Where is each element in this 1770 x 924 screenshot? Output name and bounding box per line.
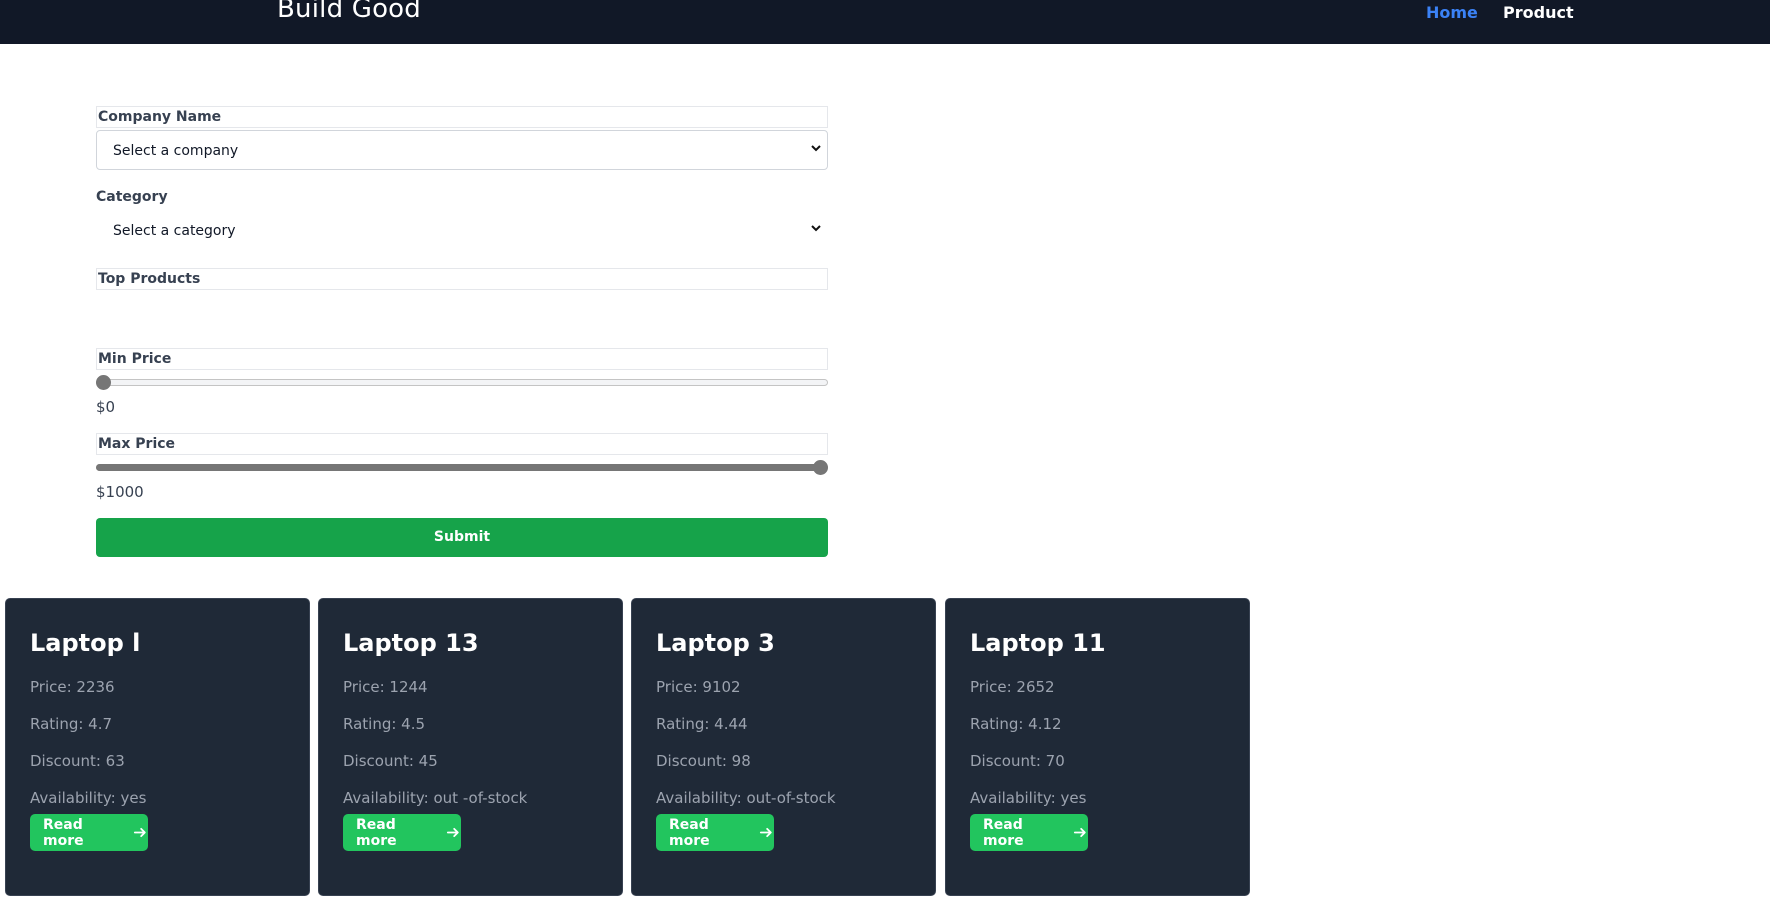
product-card: Laptop 11 Price: 2652 Rating: 4.12 Disco… — [945, 598, 1250, 896]
product-availability: Availability: yes — [30, 789, 147, 807]
arrow-right-icon — [1074, 827, 1087, 838]
company-name-label: Company Name — [96, 106, 828, 128]
product-title: Laptop l — [30, 629, 141, 657]
product-card: Laptop 13 Price: 1244 Rating: 4.5 Discou… — [318, 598, 623, 896]
product-rating: Rating: 4.44 — [656, 715, 748, 733]
product-card: Laptop l Price: 2236 Rating: 4.7 Discoun… — [5, 598, 310, 896]
product-availability: Availability: yes — [970, 789, 1087, 807]
min-price-slider[interactable] — [96, 375, 828, 390]
category-select[interactable]: Select a category — [96, 210, 828, 250]
company-select-value: Select a company — [113, 143, 239, 159]
top-navbar: Build Good Home Product — [0, 0, 1770, 44]
arrow-right-icon — [760, 827, 773, 838]
product-title: Laptop 11 — [970, 629, 1106, 657]
read-more-button[interactable]: Read more — [970, 814, 1088, 851]
read-more-button[interactable]: Read more — [343, 814, 461, 851]
slider-thumb[interactable] — [813, 460, 828, 475]
read-more-label: Read more — [43, 816, 84, 849]
slider-track — [96, 379, 828, 386]
category-select-value: Select a category — [113, 223, 236, 239]
chevron-down-icon — [811, 225, 821, 232]
brand-logo[interactable]: Build Good — [277, 0, 421, 24]
product-availability: Availability: out-of-stock — [656, 789, 836, 807]
min-price-value: $0 — [96, 398, 116, 416]
arrow-right-icon — [447, 827, 460, 838]
product-rating: Rating: 4.5 — [343, 715, 426, 733]
product-rating: Rating: 4.7 — [30, 715, 113, 733]
min-price-label: Min Price — [96, 348, 828, 370]
product-rating: Rating: 4.12 — [970, 715, 1062, 733]
company-select[interactable]: Select a company — [96, 130, 828, 170]
product-discount: Discount: 70 — [970, 752, 1065, 770]
chevron-down-icon — [811, 145, 821, 152]
product-price: Price: 9102 — [656, 678, 741, 696]
product-discount: Discount: 45 — [343, 752, 438, 770]
top-products-label: Top Products — [96, 268, 828, 290]
read-more-label: Read more — [669, 816, 710, 849]
product-price: Price: 1244 — [343, 678, 428, 696]
product-discount: Discount: 63 — [30, 752, 125, 770]
read-more-label: Read more — [983, 816, 1024, 849]
product-card: Laptop 3 Price: 9102 Rating: 4.44 Discou… — [631, 598, 936, 896]
read-more-button[interactable]: Read more — [30, 814, 148, 851]
product-title: Laptop 3 — [656, 629, 775, 657]
product-title: Laptop 13 — [343, 629, 479, 657]
product-price: Price: 2652 — [970, 678, 1055, 696]
category-label: Category — [96, 189, 168, 205]
slider-fill — [96, 464, 821, 471]
product-price: Price: 2236 — [30, 678, 115, 696]
read-more-label: Read more — [356, 816, 397, 849]
read-more-button[interactable]: Read more — [656, 814, 774, 851]
max-price-value: $1000 — [96, 483, 144, 501]
nav-product-link[interactable]: Product — [1503, 3, 1574, 22]
max-price-label: Max Price — [96, 433, 828, 455]
product-availability: Availability: out -of-stock — [343, 789, 528, 807]
nav-home-link[interactable]: Home — [1426, 3, 1478, 22]
arrow-right-icon — [134, 827, 147, 838]
submit-button[interactable]: Submit — [96, 518, 828, 557]
product-discount: Discount: 98 — [656, 752, 751, 770]
max-price-slider[interactable] — [96, 460, 828, 475]
slider-thumb[interactable] — [96, 375, 111, 390]
